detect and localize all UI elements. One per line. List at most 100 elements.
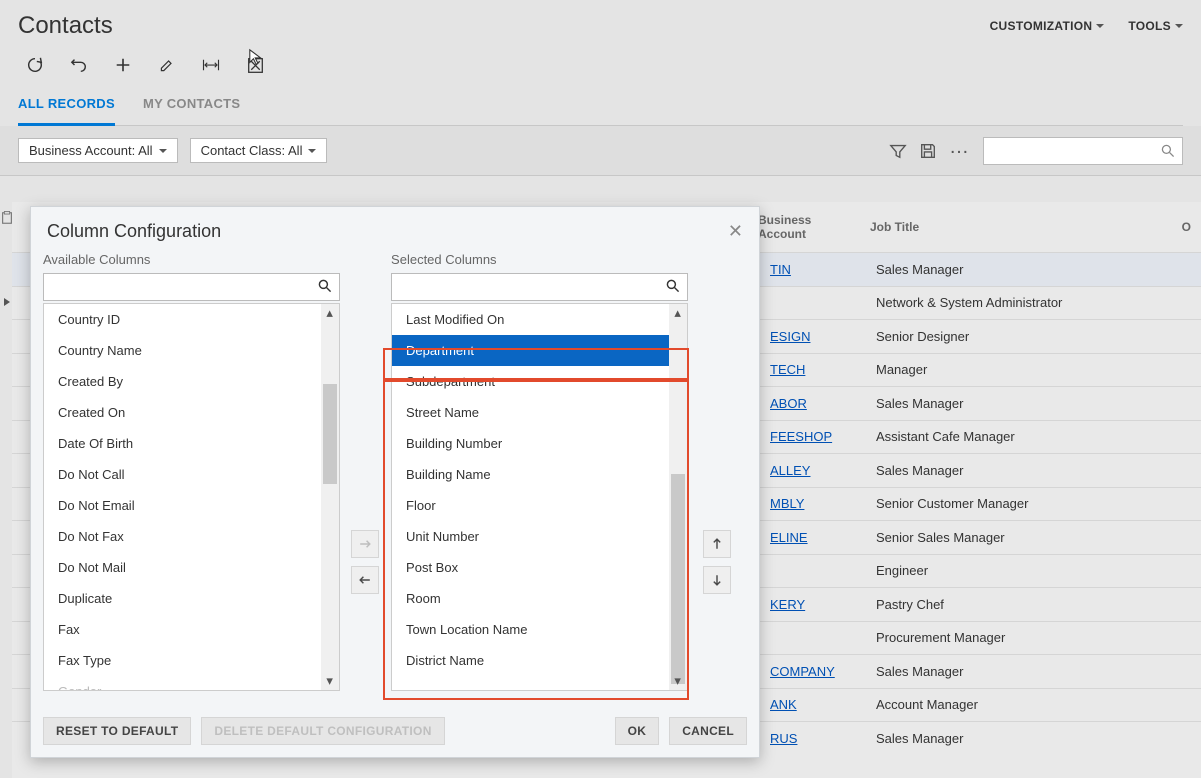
refresh-icon[interactable] xyxy=(26,56,44,74)
business-account-link[interactable]: KERY xyxy=(770,597,805,612)
reset-to-default-button[interactable]: RESET TO DEFAULT xyxy=(43,717,191,745)
list-item[interactable]: Department xyxy=(392,335,687,366)
business-account-cell[interactable]: KERY xyxy=(762,597,862,612)
business-account-cell[interactable]: ESIGN xyxy=(762,329,862,344)
delete-default-config-button[interactable]: DELETE DEFAULT CONFIGURATION xyxy=(201,717,444,745)
list-item[interactable]: Country Name xyxy=(44,335,339,366)
edit-icon[interactable] xyxy=(158,56,176,74)
business-account-cell[interactable]: ABOR xyxy=(762,396,862,411)
add-column-button[interactable] xyxy=(351,530,379,558)
business-account-cell[interactable]: ALLEY xyxy=(762,463,862,478)
list-item[interactable]: Gender xyxy=(44,676,339,690)
col-business-account[interactable]: Business Account xyxy=(750,207,860,247)
chevron-down-icon xyxy=(1175,24,1183,28)
business-account-link[interactable]: FEESHOP xyxy=(770,429,832,444)
scroll-up-icon[interactable]: ▴ xyxy=(321,304,339,322)
list-item[interactable]: Do Not Call xyxy=(44,459,339,490)
business-account-link[interactable]: ESIGN xyxy=(770,329,810,344)
list-item[interactable]: Duplicate xyxy=(44,583,339,614)
list-item[interactable]: Last Modified On xyxy=(392,304,687,335)
scroll-thumb[interactable] xyxy=(671,474,685,684)
scroll-down-icon[interactable]: ▾ xyxy=(321,672,339,690)
job-title-cell: Procurement Manager xyxy=(868,630,1198,645)
list-item[interactable]: Do Not Fax xyxy=(44,521,339,552)
business-account-link[interactable]: ANK xyxy=(770,697,797,712)
business-account-link[interactable]: COMPANY xyxy=(770,664,835,679)
row-indicator-icon xyxy=(2,291,12,310)
business-account-link[interactable]: ELINE xyxy=(770,530,808,545)
selected-columns-list[interactable]: Last Modified OnDepartmentSubdepartmentS… xyxy=(391,303,688,691)
fit-width-icon[interactable] xyxy=(202,56,220,74)
business-account-link[interactable]: MBLY xyxy=(770,496,804,511)
business-account-cell[interactable]: COMPANY xyxy=(762,664,862,679)
scrollbar[interactable]: ▴ ▾ xyxy=(321,304,339,690)
tools-label: TOOLS xyxy=(1128,19,1171,33)
job-title-cell: Sales Manager xyxy=(868,262,1198,277)
business-account-link[interactable]: TIN xyxy=(770,262,791,277)
business-account-cell[interactable]: MBLY xyxy=(762,496,862,511)
list-item[interactable]: District Name xyxy=(392,645,687,676)
list-item[interactable]: Fax Type xyxy=(44,645,339,676)
scroll-thumb[interactable] xyxy=(323,384,337,484)
add-icon[interactable] xyxy=(114,56,132,74)
job-title-cell: Engineer xyxy=(868,563,1198,578)
save-icon[interactable] xyxy=(919,142,937,160)
business-account-cell[interactable]: ELINE xyxy=(762,530,862,545)
business-account-cell[interactable]: ANK xyxy=(762,697,862,712)
cursor-icon xyxy=(248,48,266,66)
list-item[interactable]: Floor xyxy=(392,490,687,521)
business-account-link[interactable]: ABOR xyxy=(770,396,807,411)
tab-all-records[interactable]: ALL RECORDS xyxy=(18,96,115,126)
list-item[interactable]: Do Not Mail xyxy=(44,552,339,583)
list-item[interactable]: Subdepartment xyxy=(392,366,687,397)
list-item[interactable]: Unit Number xyxy=(392,521,687,552)
list-item[interactable]: Building Name xyxy=(392,459,687,490)
business-account-link[interactable]: TECH xyxy=(770,362,805,377)
list-item[interactable]: Street Name xyxy=(392,397,687,428)
scroll-up-icon[interactable]: ▴ xyxy=(669,304,687,322)
remove-column-button[interactable] xyxy=(351,566,379,594)
undo-icon[interactable] xyxy=(70,56,88,74)
chevron-down-icon xyxy=(1096,24,1104,28)
list-item[interactable]: Fax xyxy=(44,614,339,645)
business-account-cell[interactable]: TECH xyxy=(762,362,862,377)
selected-search-input[interactable] xyxy=(391,273,688,301)
tab-my-contacts[interactable]: MY CONTACTS xyxy=(143,96,240,125)
contact-class-filter[interactable]: Contact Class: All xyxy=(190,138,328,163)
job-title-cell: Account Manager xyxy=(868,697,1198,712)
available-search-input[interactable] xyxy=(43,273,340,301)
search-icon xyxy=(317,278,333,294)
business-account-filter[interactable]: Business Account: All xyxy=(18,138,178,163)
business-account-cell[interactable]: RUS xyxy=(762,731,862,746)
move-up-button[interactable] xyxy=(703,530,731,558)
business-account-link[interactable]: RUS xyxy=(770,731,797,746)
more-icon[interactable]: … xyxy=(949,136,971,165)
list-item[interactable]: Post Box xyxy=(392,552,687,583)
business-account-cell[interactable]: TIN xyxy=(762,262,862,277)
chevron-down-icon xyxy=(308,149,316,153)
scroll-down-icon[interactable]: ▾ xyxy=(669,672,687,690)
list-item[interactable]: Created On xyxy=(44,397,339,428)
list-item[interactable]: Town Location Name xyxy=(392,614,687,645)
list-item[interactable]: Created By xyxy=(44,366,339,397)
list-item[interactable]: Room xyxy=(392,583,687,614)
list-item[interactable]: Country ID xyxy=(44,304,339,335)
move-down-button[interactable] xyxy=(703,566,731,594)
dialog-close-button[interactable]: ✕ xyxy=(728,221,743,242)
business-account-cell[interactable]: FEESHOP xyxy=(762,429,862,444)
scrollbar[interactable]: ▴ ▾ xyxy=(669,304,687,690)
filter-icon[interactable] xyxy=(889,142,907,160)
business-account-link[interactable]: ALLEY xyxy=(770,463,810,478)
list-item[interactable]: Date Of Birth xyxy=(44,428,339,459)
ok-button[interactable]: OK xyxy=(615,717,660,745)
list-item[interactable]: Do Not Email xyxy=(44,490,339,521)
cancel-button[interactable]: CANCEL xyxy=(669,717,747,745)
list-item[interactable]: Building Number xyxy=(392,428,687,459)
customization-menu[interactable]: CUSTOMIZATION xyxy=(990,19,1105,33)
tools-menu[interactable]: TOOLS xyxy=(1128,19,1183,33)
col-job-title[interactable]: Job Title xyxy=(862,214,1162,240)
grid-search-input[interactable] xyxy=(983,137,1183,165)
customization-label: CUSTOMIZATION xyxy=(990,19,1093,33)
job-title-cell: Pastry Chef xyxy=(868,597,1198,612)
available-columns-list[interactable]: Country IDCountry NameCreated ByCreated … xyxy=(43,303,340,691)
